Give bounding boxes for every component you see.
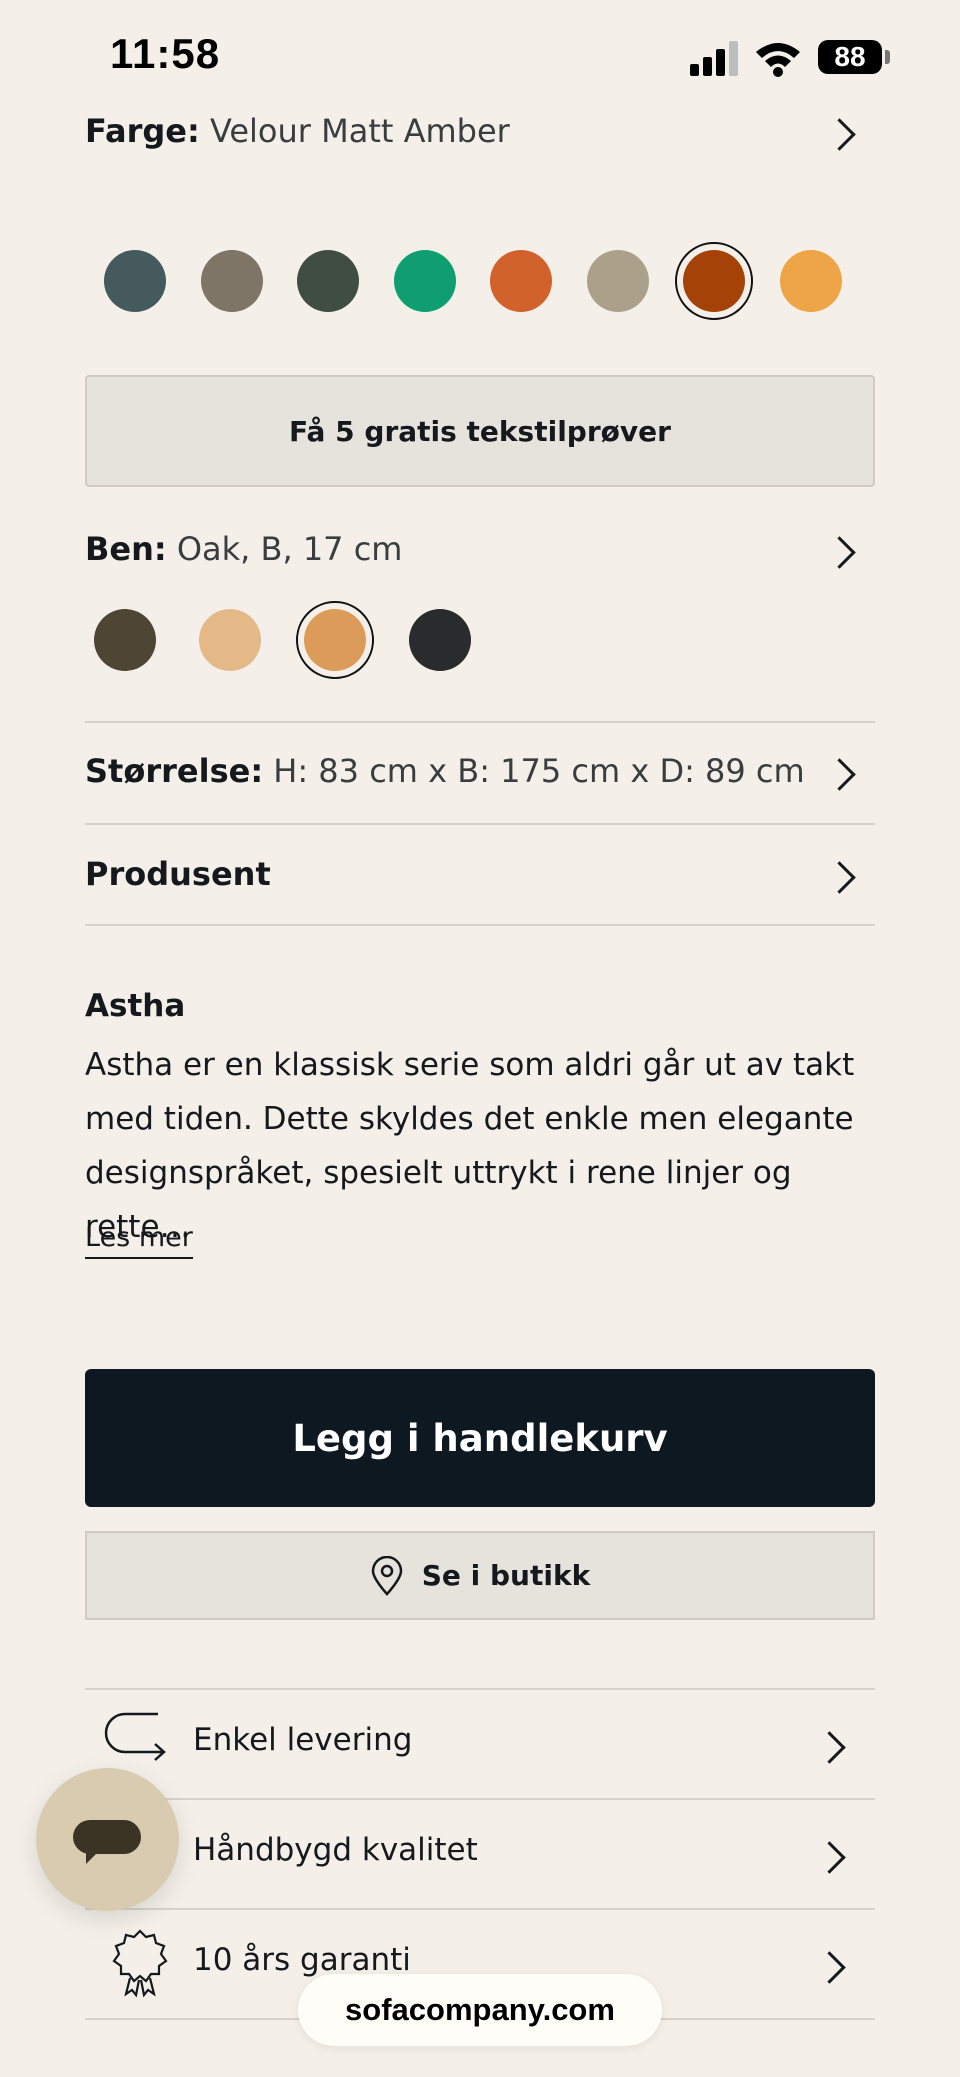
color-swatch[interactable]: [586, 250, 649, 312]
url-bar[interactable]: sofacompany.com: [298, 1974, 662, 2046]
color-swatch[interactable]: [779, 250, 842, 312]
feature-chevron-icon[interactable]: [813, 1731, 846, 1764]
divider: [85, 721, 875, 723]
feature-label: Håndbygd kvalitet: [193, 1832, 478, 1868]
color-row[interactable]: Farge: Velour Matt Amber: [85, 112, 510, 150]
legs-row[interactable]: Ben: Oak, B, 17 cm: [85, 530, 402, 568]
battery-tip: [885, 50, 890, 64]
status-time: 11:58: [110, 30, 221, 77]
color-swatch[interactable]: [683, 250, 745, 312]
size-label: Størrelse:: [85, 752, 264, 790]
manufacturer-chevron-icon[interactable]: [823, 861, 856, 894]
manufacturer-row[interactable]: Produsent: [85, 855, 271, 893]
color-swatch[interactable]: [104, 250, 166, 312]
textile-samples-button[interactable]: Få 5 gratis tekstilprøver: [85, 375, 875, 487]
signal-wifi-icon: [690, 41, 800, 77]
color-swatch[interactable]: [393, 250, 456, 312]
location-pin-icon: [371, 1555, 403, 1596]
feature-delivery[interactable]: Enkel levering: [85, 1690, 875, 1798]
divider: [85, 924, 875, 926]
legs-value: Oak, B, 17 cm: [176, 530, 403, 568]
legs-swatch[interactable]: [199, 609, 261, 671]
size-row[interactable]: Størrelse: H: 83 cm x B: 175 cm x D: 89 …: [85, 752, 805, 790]
divider: [85, 823, 875, 825]
chat-button[interactable]: [36, 1768, 179, 1911]
color-swatch[interactable]: [490, 250, 552, 312]
legs-chevron-icon[interactable]: [823, 536, 856, 569]
manufacturer-label: Produsent: [85, 855, 271, 893]
color-chevron-icon[interactable]: [823, 118, 856, 151]
chat-icon-tail: [86, 1850, 100, 1864]
description-text: Astha er en klassisk serie som aldri går…: [85, 1047, 855, 1245]
color-swatch[interactable]: [200, 250, 263, 312]
see-in-store-button[interactable]: Se i butikk: [85, 1531, 875, 1620]
feature-chevron-icon[interactable]: [813, 1951, 846, 1984]
read-more-link[interactable]: Les mer: [85, 1222, 193, 1259]
color-value: Velour Matt Amber: [209, 112, 510, 150]
feature-quality[interactable]: Håndbygd kvalitet: [85, 1800, 875, 1908]
legs-swatch[interactable]: [94, 609, 156, 671]
color-swatch[interactable]: [297, 250, 359, 312]
chat-icon: [73, 1820, 141, 1854]
status-icons: 88: [690, 36, 890, 80]
see-in-store-label: Se i butikk: [421, 1559, 591, 1592]
size-value: H: 83 cm x B: 175 cm x D: 89 cm: [273, 752, 805, 790]
legs-swatch[interactable]: [304, 609, 366, 671]
badge-icon: [112, 1929, 168, 1998]
size-chevron-icon[interactable]: [823, 758, 856, 791]
battery-indicator: 88: [818, 40, 882, 74]
feature-label: Enkel levering: [193, 1722, 413, 1758]
legs-label: Ben:: [85, 530, 167, 568]
feature-chevron-icon[interactable]: [813, 1841, 846, 1874]
color-label: Farge:: [85, 112, 200, 150]
legs-swatch[interactable]: [409, 609, 471, 671]
feature-label: 10 års garanti: [193, 1942, 411, 1978]
description-title: Astha: [85, 988, 186, 1024]
add-to-cart-button[interactable]: Legg i handlekurv: [85, 1369, 875, 1507]
